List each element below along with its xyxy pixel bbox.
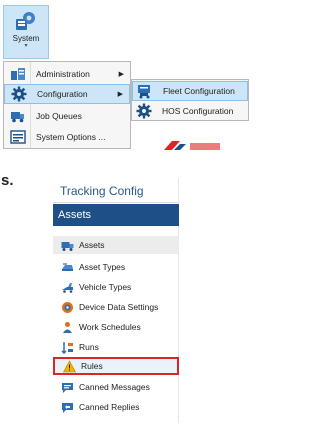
tracking-config-panel: Tracking Config Assets Assets Asset Type… (53, 178, 183, 423)
divider (53, 202, 179, 203)
menu-item-label: Administration (36, 69, 90, 79)
nav-item-label: Vehicle Types (79, 282, 132, 292)
job-queues-icon (11, 112, 24, 123)
nav-item-assets[interactable]: Assets (53, 236, 179, 254)
gear-icon (136, 103, 152, 119)
nav-item-work-schedules[interactable]: Work Schedules (53, 318, 179, 336)
nav-item-canned-messages[interactable]: Canned Messages (53, 378, 179, 396)
menu-item-system-options[interactable]: System Options ... (4, 127, 130, 147)
menu-item-label: Configuration (37, 89, 88, 99)
administration-icon (11, 68, 25, 80)
nav-item-device-data-settings[interactable]: Device Data Settings (53, 298, 179, 316)
nav-item-vehicle-types[interactable]: Vehicle Types (53, 278, 179, 296)
nav-item-label: Assets (79, 240, 105, 250)
nav-item-label: Canned Replies (79, 402, 140, 412)
nav-item-label: Device Data Settings (79, 302, 159, 312)
system-ribbon-button[interactable]: System ▾ (3, 5, 49, 59)
configuration-submenu: Fleet Configuration HOS Configuration (131, 79, 249, 121)
gear-icon (11, 86, 27, 102)
menu-item-label: Job Queues (36, 111, 82, 121)
background-logo-fragment (164, 141, 220, 150)
vehicle-types-icon (62, 282, 73, 293)
system-gear-icon (16, 12, 35, 30)
menu-item-label: System Options ... (36, 132, 106, 142)
menu-item-configuration[interactable]: Configuration ▶ (4, 84, 130, 104)
submenu-item-hos-configuration[interactable]: HOS Configuration (132, 101, 248, 121)
submenu-item-label: HOS Configuration (162, 106, 234, 116)
nav-item-rules[interactable]: Rules (53, 357, 179, 375)
system-options-icon (10, 130, 26, 144)
nav-item-label: Runs (79, 342, 99, 352)
device-data-icon (62, 301, 73, 313)
stray-text: s. (1, 172, 14, 189)
submenu-item-fleet-configuration[interactable]: Fleet Configuration (132, 81, 248, 101)
section-header-assets[interactable]: Assets (53, 204, 179, 226)
truck-icon (61, 241, 74, 251)
asset-types-icon (62, 263, 73, 271)
nav-item-asset-types[interactable]: Asset Types (53, 258, 179, 276)
nav-item-label: Rules (81, 361, 103, 371)
nav-item-label: Work Schedules (79, 322, 141, 332)
system-label: System (12, 34, 40, 43)
chat-reply-icon (62, 402, 73, 413)
nav-item-label: Canned Messages (79, 382, 150, 392)
chat-icon (62, 382, 73, 393)
menu-item-job-queues[interactable]: Job Queues (4, 106, 130, 126)
work-schedules-icon (63, 321, 72, 333)
submenu-item-label: Fleet Configuration (163, 86, 235, 96)
nav-item-runs[interactable]: Runs (53, 338, 179, 356)
submenu-arrow-icon: ▶ (117, 91, 123, 98)
runs-icon (61, 341, 73, 354)
warning-icon (63, 359, 76, 372)
menu-item-administration[interactable]: Administration ▶ (4, 64, 130, 84)
chevron-down-icon: ▾ (24, 43, 28, 49)
fleet-configuration-icon (138, 85, 150, 99)
nav-item-label: Asset Types (79, 262, 126, 272)
nav-item-canned-replies[interactable]: Canned Replies (53, 398, 179, 416)
submenu-arrow-icon: ▶ (118, 71, 124, 78)
panel-title: Tracking Config (60, 184, 144, 198)
system-dropdown-menu: Administration ▶ Configuration ▶ Job Que… (3, 61, 131, 149)
